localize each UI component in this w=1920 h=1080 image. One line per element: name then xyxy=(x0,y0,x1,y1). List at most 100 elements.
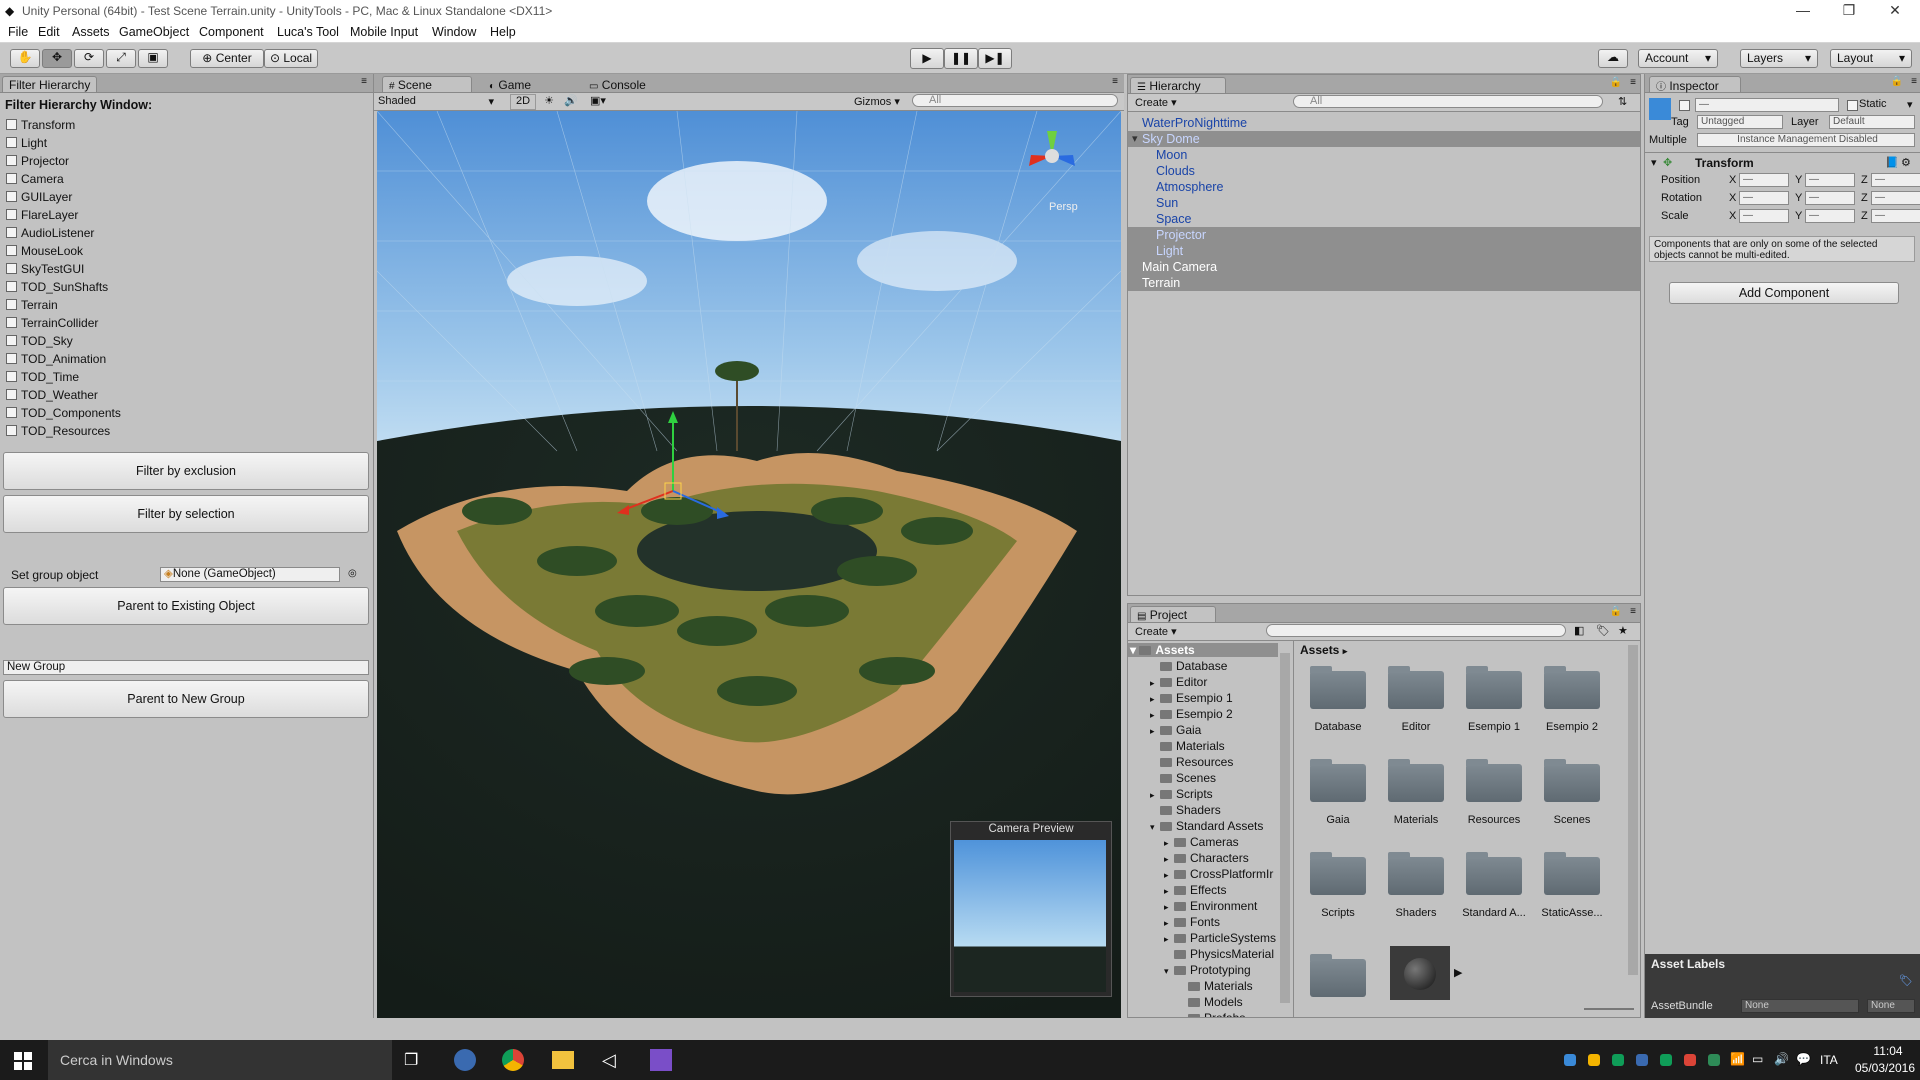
hierarchy-item[interactable]: Projector xyxy=(1156,228,1206,242)
project-create-dropdown[interactable]: Create ▾ xyxy=(1135,625,1177,638)
folder-icon[interactable] xyxy=(1466,852,1522,895)
hierarchy-create-dropdown[interactable]: Create ▾ xyxy=(1135,96,1177,109)
close-button[interactable]: ✕ xyxy=(1872,2,1918,22)
project-tree-item[interactable]: ▸ Fonts xyxy=(1164,915,1220,929)
visual-studio-icon[interactable] xyxy=(650,1049,672,1071)
layout-dropdown[interactable]: Layout ▾ xyxy=(1830,49,1912,68)
new-group-name-input[interactable]: New Group xyxy=(3,660,369,675)
project-tree-item[interactable]: Materials xyxy=(1178,979,1253,993)
active-checkbox[interactable] xyxy=(1679,100,1690,111)
asset-bundle-dropdown[interactable]: None xyxy=(1741,999,1859,1013)
zoom-slider[interactable] xyxy=(1584,1008,1634,1010)
step-button[interactable]: ▶❚ xyxy=(978,48,1012,69)
transform-value-input[interactable]: — xyxy=(1805,173,1855,187)
filter-checkbox[interactable] xyxy=(6,335,17,346)
account-dropdown[interactable]: Account ▾ xyxy=(1638,49,1718,68)
project-tree-item[interactable]: ▸ Scripts xyxy=(1150,787,1213,801)
play-button[interactable]: ▶ xyxy=(910,48,944,69)
menu-lucas-tool[interactable]: Luca's Tool xyxy=(277,25,339,39)
folder-icon[interactable] xyxy=(1310,852,1366,895)
persp-label[interactable]: Persp xyxy=(1049,201,1078,213)
project-tree-item[interactable]: ▸ Esempio 1 xyxy=(1150,691,1233,705)
folder-icon[interactable] xyxy=(1310,759,1366,802)
tab-inspector[interactable]: ⓘ Inspector xyxy=(1649,76,1741,93)
folder-icon[interactable] xyxy=(1388,666,1444,709)
language-indicator[interactable]: ITA xyxy=(1820,1053,1838,1067)
pivot-local-button[interactable]: ⊙ Local xyxy=(264,49,318,68)
lighting-toggle-icon[interactable]: ☀ xyxy=(540,94,558,107)
project-tree-item[interactable]: Shaders xyxy=(1150,803,1221,817)
project-tree-item[interactable]: ▸ Environment xyxy=(1164,899,1257,913)
folder-icon[interactable] xyxy=(1388,759,1444,802)
filter-item[interactable]: TOD_Resources xyxy=(6,424,110,438)
cloud-icon[interactable]: ☁ xyxy=(1598,49,1628,68)
effects-dropdown-icon[interactable]: ▣▾ xyxy=(584,94,612,107)
menu-mobile-input[interactable]: Mobile Input xyxy=(350,25,418,39)
project-tree-item[interactable]: ▸ Esempio 2 xyxy=(1150,707,1233,721)
filter-item[interactable]: MouseLook xyxy=(6,244,83,258)
filter-item[interactable]: Light xyxy=(6,136,47,150)
label-tag-icon[interactable]: 🏷 xyxy=(1899,974,1913,987)
filter-label-icon[interactable]: 🏷 xyxy=(1596,624,1610,637)
hierarchy-item[interactable]: WaterProNighttime xyxy=(1142,116,1247,130)
filter-item[interactable]: TOD_Time xyxy=(6,370,79,384)
hierarchy-item[interactable]: Atmosphere xyxy=(1156,180,1223,194)
filter-type-icon[interactable]: ◧ xyxy=(1574,624,1584,637)
play-preview-icon[interactable]: ▶ xyxy=(1454,966,1462,979)
toggle-2d-button[interactable]: 2D xyxy=(510,94,536,110)
expand-arrow-icon[interactable]: ▸ xyxy=(1164,918,1174,929)
parent-new-group-button[interactable]: Parent to New Group xyxy=(3,680,369,718)
tab-console[interactable]: ▭ Console xyxy=(582,76,653,92)
wifi-icon[interactable]: 📶 xyxy=(1730,1052,1745,1066)
filter-item[interactable]: Camera xyxy=(6,172,64,186)
project-tree-item[interactable]: PhysicsMaterial xyxy=(1164,947,1274,961)
expand-arrow-icon[interactable]: ▸ xyxy=(1150,790,1160,801)
object-name-input[interactable]: — xyxy=(1695,98,1839,112)
folder-icon[interactable] xyxy=(1544,759,1600,802)
transform-value-input[interactable]: — xyxy=(1805,191,1855,205)
tray-icon[interactable] xyxy=(1588,1054,1600,1066)
tab-hierarchy[interactable]: ☰ Hierarchy xyxy=(1130,77,1226,93)
filter-item[interactable]: TOD_SunShafts xyxy=(6,280,108,294)
task-view-icon[interactable]: ❐ xyxy=(404,1050,418,1070)
project-tree-item[interactable]: ▸ CrossPlatformIr xyxy=(1164,867,1273,881)
tray-icon[interactable] xyxy=(1684,1054,1696,1066)
asset-folder-label[interactable]: Standard A... xyxy=(1454,907,1534,919)
asset-folder-label[interactable]: Scripts xyxy=(1298,907,1378,919)
filter-item[interactable]: FlareLayer xyxy=(6,208,78,222)
tray-icon[interactable] xyxy=(1708,1054,1720,1066)
hierarchy-item[interactable]: Main Camera xyxy=(1142,260,1217,274)
filter-by-exclusion-button[interactable]: Filter by exclusion xyxy=(3,452,369,490)
layer-dropdown[interactable]: Default xyxy=(1829,115,1915,129)
tab-game[interactable]: ◐ Game xyxy=(482,76,539,92)
filter-checkbox[interactable] xyxy=(6,389,17,400)
menu-help[interactable]: Help xyxy=(490,25,516,39)
hierarchy-item[interactable]: Sky Dome xyxy=(1142,132,1200,146)
scene-viewport[interactable]: Persp Camera Preview xyxy=(377,111,1121,1018)
project-tree-item[interactable]: Models xyxy=(1178,995,1243,1009)
filter-item[interactable]: TOD_Components xyxy=(6,406,121,420)
expand-arrow-icon[interactable]: ▾ xyxy=(1132,132,1138,145)
folder-icon[interactable] xyxy=(1544,666,1600,709)
hierarchy-item[interactable]: Sun xyxy=(1156,196,1178,210)
menu-file[interactable]: File xyxy=(8,25,28,39)
folder-icon[interactable] xyxy=(1466,666,1522,709)
project-tree-item[interactable]: ▾ Prototyping xyxy=(1164,963,1251,977)
expand-arrow-icon[interactable]: ▸ xyxy=(1150,710,1160,721)
expand-arrow-icon[interactable]: ▸ xyxy=(1164,934,1174,945)
filter-checkbox[interactable] xyxy=(6,155,17,166)
asset-folder-label[interactable]: Resources xyxy=(1454,814,1534,826)
filter-checkbox[interactable] xyxy=(6,407,17,418)
app-icon[interactable] xyxy=(454,1049,476,1071)
unity-taskbar-icon[interactable]: ◁ xyxy=(602,1050,616,1071)
filter-checkbox[interactable] xyxy=(6,173,17,184)
tree-scrollbar[interactable] xyxy=(1280,653,1290,1003)
filter-checkbox[interactable] xyxy=(6,137,17,148)
scale-tool-icon[interactable]: ⤢ xyxy=(106,49,136,68)
maximize-button[interactable]: ❐ xyxy=(1826,2,1872,22)
object-picker-icon[interactable]: ◎ xyxy=(348,568,357,579)
lock-icon[interactable]: 🔒 xyxy=(1610,77,1622,88)
filter-item[interactable]: TOD_Sky xyxy=(6,334,73,348)
filter-checkbox[interactable] xyxy=(6,119,17,130)
panel-menu-icon[interactable]: ≡ xyxy=(361,76,367,87)
